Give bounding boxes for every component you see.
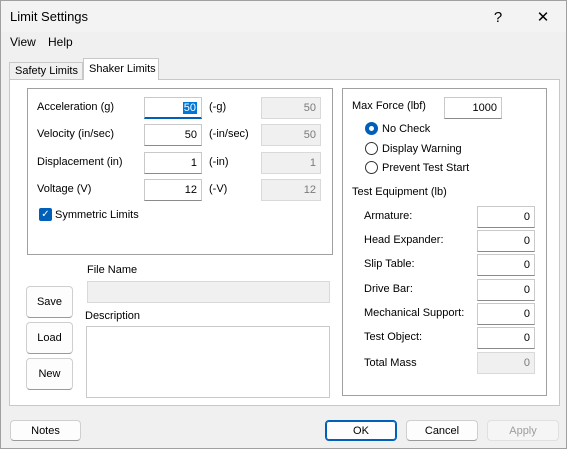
voltage-input[interactable]: 12 xyxy=(144,179,202,201)
head-expander-label: Head Expander: xyxy=(364,234,444,246)
displacement-neg-field: 1 xyxy=(261,152,321,174)
help-icon[interactable]: ? xyxy=(481,5,515,29)
displacement-label: Displacement (in) xyxy=(37,156,123,168)
tab-safety-limits[interactable]: Safety Limits xyxy=(9,62,83,80)
new-button[interactable]: New xyxy=(26,358,73,390)
armature-input[interactable]: 0 xyxy=(477,206,535,228)
test-object-input[interactable]: 0 xyxy=(477,327,535,349)
file-name-label: File Name xyxy=(87,264,138,276)
radio-selected-icon xyxy=(365,122,378,135)
symmetric-limits-label: Symmetric Limits xyxy=(55,208,139,221)
test-equipment-title: Test Equipment (lb) xyxy=(352,186,447,198)
mechanical-support-input[interactable]: 0 xyxy=(477,303,535,325)
head-expander-input[interactable]: 0 xyxy=(477,230,535,252)
test-object-label: Test Object: xyxy=(364,331,423,343)
file-name-field xyxy=(87,281,330,303)
load-button[interactable]: Load xyxy=(26,322,73,354)
radio-unselected-icon xyxy=(365,161,378,174)
radio-prevent-test-start[interactable]: Prevent Test Start xyxy=(365,161,469,174)
save-button[interactable]: Save xyxy=(26,286,73,318)
limit-settings-window: Limit Settings ? ✕ View Help Safety Limi… xyxy=(0,0,567,449)
radio-display-warning-label: Display Warning xyxy=(382,142,462,155)
max-force-input[interactable]: 1000 xyxy=(444,97,502,119)
displacement-neg-label: (-in) xyxy=(209,156,229,168)
notes-button[interactable]: Notes xyxy=(10,420,81,441)
acceleration-input[interactable]: 50 xyxy=(144,97,202,119)
acceleration-neg-label: (-g) xyxy=(209,101,227,113)
radio-no-check-label: No Check xyxy=(382,122,431,135)
ok-button[interactable]: OK xyxy=(325,420,397,441)
radio-display-warning[interactable]: Display Warning xyxy=(365,142,462,155)
title-bar[interactable]: Limit Settings ? ✕ xyxy=(1,1,566,32)
radio-prevent-test-start-label: Prevent Test Start xyxy=(382,161,470,174)
radio-unselected-icon xyxy=(365,142,378,155)
acceleration-neg-field: 50 xyxy=(261,97,321,119)
velocity-label: Velocity (in/sec) xyxy=(37,128,115,140)
slip-table-input[interactable]: 0 xyxy=(477,254,535,276)
velocity-input[interactable]: 50 xyxy=(144,124,202,146)
description-label: Description xyxy=(85,310,141,322)
max-force-label: Max Force (lbf) xyxy=(352,100,426,112)
total-mass-label: Total Mass xyxy=(364,357,417,369)
voltage-neg-label: (-V) xyxy=(209,183,228,195)
slip-table-label: Slip Table: xyxy=(364,258,415,270)
cancel-button[interactable]: Cancel xyxy=(406,420,478,441)
mechanical-support-label: Mechanical Support: xyxy=(364,307,465,319)
voltage-neg-field: 12 xyxy=(261,179,321,201)
checkmark-icon: ✓ xyxy=(39,208,52,221)
close-icon[interactable]: ✕ xyxy=(526,5,560,29)
drive-bar-input[interactable]: 0 xyxy=(477,279,535,301)
description-textarea[interactable] xyxy=(86,326,330,398)
menu-bar: View Help xyxy=(1,32,566,52)
voltage-label: Voltage (V) xyxy=(37,183,92,195)
acceleration-label: Acceleration (g) xyxy=(37,101,115,113)
menu-view[interactable]: View xyxy=(10,35,36,49)
armature-label: Armature: xyxy=(364,210,413,222)
window-title: Limit Settings xyxy=(10,9,89,24)
displacement-input[interactable]: 1 xyxy=(144,152,202,174)
menu-help[interactable]: Help xyxy=(48,35,73,49)
velocity-neg-label: (-in/sec) xyxy=(209,128,249,140)
apply-button[interactable]: Apply xyxy=(487,420,559,441)
velocity-neg-field: 50 xyxy=(261,124,321,146)
drive-bar-label: Drive Bar: xyxy=(364,283,413,295)
symmetric-limits-checkbox[interactable]: ✓ Symmetric Limits xyxy=(39,208,139,221)
tab-shaker-limits[interactable]: Shaker Limits xyxy=(83,58,159,80)
total-mass-field: 0 xyxy=(477,352,535,374)
radio-no-check[interactable]: No Check xyxy=(365,122,430,135)
